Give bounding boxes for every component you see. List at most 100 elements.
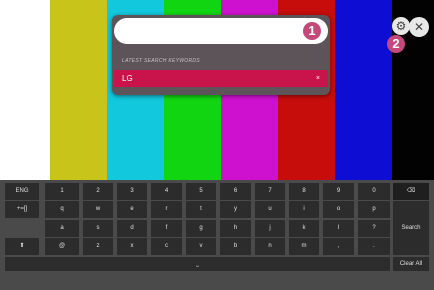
key-f[interactable]: f <box>151 220 182 237</box>
key-at[interactable]: @ <box>45 238 79 255</box>
key-digit-8-label: 8 <box>302 188 306 194</box>
key-i[interactable]: i <box>289 201 319 218</box>
backspace-key-label: ⌫ <box>406 188 416 194</box>
latest-search-heading: LATEST SEARCH KEYWORDS <box>122 58 200 64</box>
shift-key[interactable]: ⬆ <box>5 238 39 255</box>
key-k-label: k <box>302 225 306 231</box>
key-s[interactable]: s <box>83 220 113 237</box>
key-c-label: c <box>165 243 168 249</box>
clear-all-button[interactable]: Clear All <box>393 257 429 271</box>
gear-icon[interactable]: ⚙ <box>392 17 410 35</box>
key-u[interactable]: u <box>255 201 285 218</box>
space-key[interactable]: ⎵ <box>5 257 390 271</box>
key-e[interactable]: e <box>117 201 147 218</box>
key-comma-label: , <box>337 243 340 249</box>
key-d[interactable]: d <box>117 220 147 237</box>
key-q[interactable]: q <box>45 201 79 218</box>
search-button[interactable]: Search <box>393 201 429 255</box>
key-e-label: e <box>130 206 134 212</box>
key-r[interactable]: r <box>151 201 182 218</box>
callout-badge-2: 2 <box>387 35 405 53</box>
backspace-icon[interactable]: ⌫ <box>393 183 429 200</box>
key-n-label: n <box>268 243 272 249</box>
color-bar-blue <box>335 0 392 180</box>
key-f-label: f <box>165 225 168 231</box>
key-digit-1[interactable]: 1 <box>45 183 79 200</box>
key-j-label: j <box>269 225 271 231</box>
key-at-label: @ <box>58 243 66 249</box>
space-key-label: ⎵ <box>196 261 199 267</box>
key-digit-4-label: 4 <box>164 188 169 194</box>
search-button-label: Search <box>401 225 421 231</box>
key-digit-0[interactable]: 0 <box>358 183 390 200</box>
key-b-label: b <box>233 243 238 249</box>
key-q-label: q <box>60 206 64 212</box>
key-z-label: z <box>96 243 100 249</box>
key-y-label: y <box>234 206 237 212</box>
key-s-label: s <box>96 225 100 231</box>
key-period[interactable]: . <box>358 238 390 255</box>
key-a-label: a <box>60 225 64 231</box>
key-x[interactable]: x <box>117 238 147 255</box>
key-digit-9-label: 9 <box>336 188 341 194</box>
shift-key-label: ⬆ <box>19 243 25 249</box>
key-digit-3[interactable]: 3 <box>117 183 147 200</box>
key-j[interactable]: j <box>255 220 285 237</box>
key-p-label: p <box>372 206 376 212</box>
key-digit-6[interactable]: 6 <box>220 183 251 200</box>
virtual-keyboard: ENG 1 2 3 4 5 6 7 8 9 0 ⌫ +=[] q w e r t y u i o p a s d f g h j k l? ⬆ @… <box>0 180 434 290</box>
key-p[interactable]: p <box>358 201 390 218</box>
clear-all-button-label: Clear All <box>399 261 423 267</box>
key-o-label: o <box>336 206 341 212</box>
key-m[interactable]: m <box>289 238 319 255</box>
key-digit-5-label: 5 <box>199 188 203 194</box>
key-w-label: w <box>95 206 101 212</box>
key-h[interactable]: h <box>220 220 251 237</box>
key-h-label: h <box>233 225 238 231</box>
key-t-label: t <box>200 206 202 212</box>
key-i-label: i <box>303 206 305 212</box>
key-symbols[interactable]: +=[] <box>5 201 39 218</box>
key-v[interactable]: v <box>186 238 216 255</box>
key-question-label: ? <box>372 225 376 231</box>
key-question[interactable]: ? <box>358 220 390 237</box>
key-z[interactable]: z <box>83 238 113 255</box>
key-language[interactable]: ENG <box>5 183 39 200</box>
key-m-label: m <box>301 243 307 249</box>
key-t[interactable]: t <box>186 201 216 218</box>
key-digit-7[interactable]: 7 <box>255 183 285 200</box>
key-digit-2[interactable]: 2 <box>83 183 113 200</box>
key-d-label: d <box>130 225 134 231</box>
key-digit-6-label: 6 <box>233 188 238 194</box>
delete-keyword-icon[interactable]: × <box>316 70 320 87</box>
key-k[interactable]: k <box>289 220 319 237</box>
key-o[interactable]: o <box>323 201 354 218</box>
color-bar-yellow <box>50 0 107 180</box>
key-symbols-label: +=[] <box>16 206 28 212</box>
key-l[interactable]: l <box>323 220 354 237</box>
key-r-label: r <box>165 206 168 212</box>
key-digit-4[interactable]: 4 <box>151 183 182 200</box>
key-x-label: x <box>130 243 134 249</box>
color-bar-white <box>0 0 50 180</box>
close-icon[interactable]: ✕ <box>409 17 429 37</box>
key-digit-0-label: 0 <box>372 188 376 194</box>
key-n[interactable]: n <box>255 238 285 255</box>
key-c[interactable]: c <box>151 238 182 255</box>
key-a[interactable]: a <box>45 220 79 237</box>
key-w[interactable]: w <box>83 201 113 218</box>
key-digit-8[interactable]: 8 <box>289 183 319 200</box>
key-digit-3-label: 3 <box>130 188 134 194</box>
key-digit-9[interactable]: 9 <box>323 183 354 200</box>
key-b[interactable]: b <box>220 238 251 255</box>
key-digit-5[interactable]: 5 <box>186 183 216 200</box>
key-period-label: . <box>373 243 375 249</box>
key-digit-7-label: 7 <box>268 188 272 194</box>
key-digit-1-label: 1 <box>60 188 64 194</box>
key-comma[interactable]: , <box>323 238 354 255</box>
key-y[interactable]: y <box>220 201 251 218</box>
recent-keyword-label: LG <box>122 74 133 83</box>
key-g[interactable]: g <box>186 220 216 237</box>
recent-keyword-item[interactable]: LG × <box>114 70 328 87</box>
search-input[interactable] <box>114 18 328 44</box>
